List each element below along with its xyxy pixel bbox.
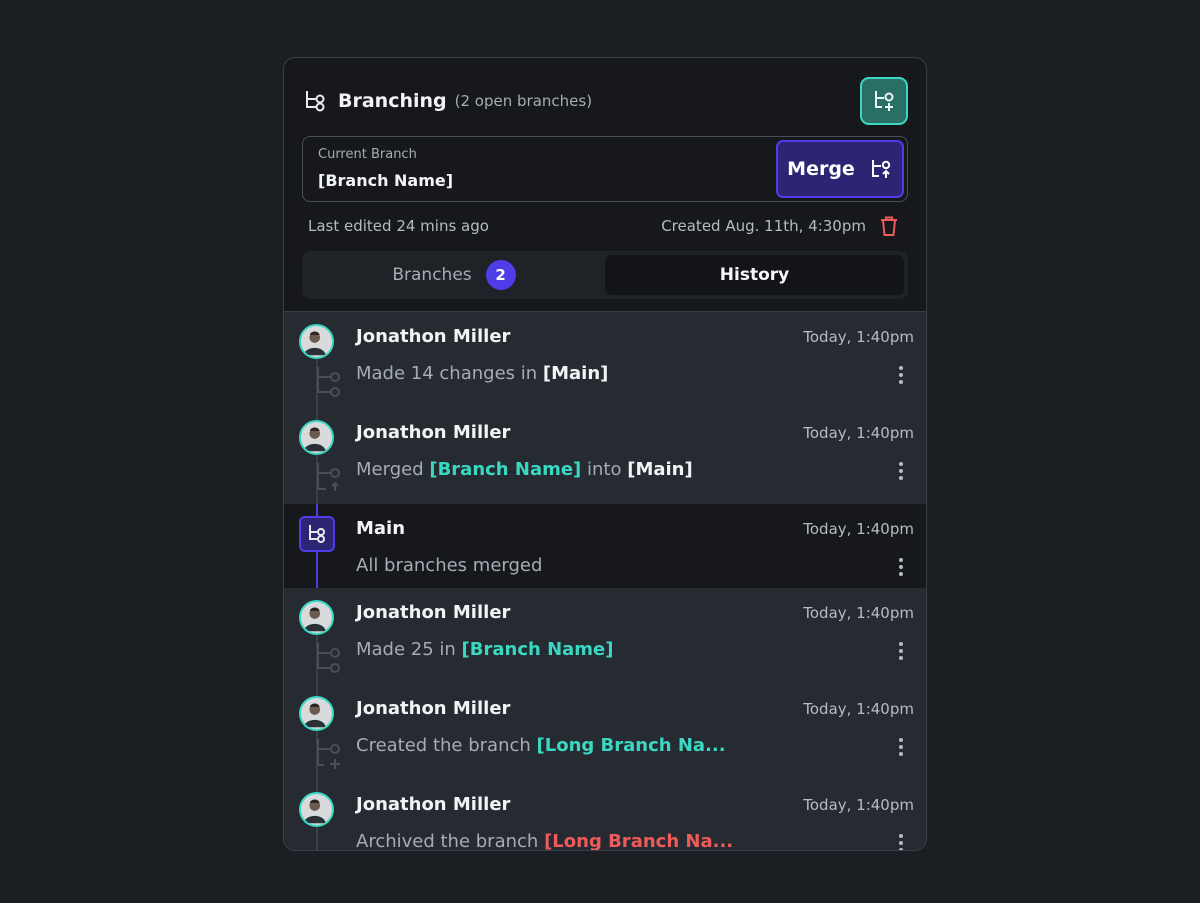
tab-branches[interactable]: Branches 2 [306,255,602,295]
timeline-line [316,552,318,588]
panel-header: Branching (2 open branches) Current Bran… [284,58,926,312]
tab-bar: Branches 2 History [302,251,908,299]
current-branch-box: Current Branch [Branch Name] Merge [302,136,908,202]
branch-ref: [Long Branch Na... [544,831,734,851]
branch-meta: Last edited 24 mins ago Created Aug. 11t… [308,215,900,239]
timestamp: Today, 1:40pm [803,700,914,718]
panel-title: Branching [338,90,447,112]
merge-commit-icon [317,463,340,491]
history-description: Made 25 in [Branch Name] [356,639,613,660]
trash-icon[interactable] [878,215,900,237]
more-vertical-icon[interactable] [896,832,906,850]
branch-ref: [Main] [542,363,609,384]
avatar [299,792,334,827]
branch-icon [306,91,325,112]
open-branches-count: (2 open branches) [454,92,593,110]
main-branch-icon-box [299,516,335,552]
merge-icon [871,160,891,178]
title-row: Branching (2 open branches) [302,86,592,116]
history-list: Jonathon Miller Today, 1:40pm Made 14 ch… [284,312,926,850]
history-description: Made 14 changes in [Main] [356,363,608,384]
history-description: Created the branch [Long Branch Na... [356,735,726,756]
avatar [299,420,334,455]
history-description: Merged [Branch Name] into [Main] [356,459,693,480]
author-name: Jonathon Miller [356,698,511,719]
history-item[interactable]: Jonathon Miller Today, 1:40pm Merged [Br… [284,408,926,504]
timestamp: Today, 1:40pm [803,328,914,346]
tab-branches-label: Branches [392,265,472,285]
tab-history-label: History [719,265,790,285]
branches-count-badge: 2 [485,260,516,290]
more-vertical-icon[interactable] [896,640,906,662]
commit-icon [317,367,340,397]
avatar [299,696,334,731]
author-name: Jonathon Miller [356,326,511,347]
timestamp: Today, 1:40pm [803,796,914,814]
avatar [299,600,334,635]
more-vertical-icon[interactable] [896,364,906,386]
current-branch-name: [Branch Name] [318,171,454,190]
desc-text: Created the branch [356,735,537,756]
desc-text: Made 14 changes in [356,363,543,384]
history-item[interactable]: Jonathon Miller Today, 1:40pm Archived t… [284,780,926,851]
commit-icon [317,643,340,673]
author-name: Jonathon Miller [356,602,511,623]
history-description: All branches merged [356,555,542,576]
timeline-line [316,504,318,516]
more-vertical-icon[interactable] [896,460,906,482]
merge-button[interactable]: Merge [776,140,904,198]
desc-text: Archived the branch [356,831,545,851]
desc-text: All branches merged [356,555,543,576]
branch-ref: [Long Branch Na... [536,735,726,756]
branch-ref: [Main] [627,459,693,480]
avatar [299,324,334,359]
current-branch-label: Current Branch [318,147,417,162]
branch-name: Main [356,518,406,539]
history-item[interactable]: Jonathon Miller Today, 1:40pm Created th… [284,684,926,780]
tab-history[interactable]: History [605,255,904,295]
branch-ref: [Branch Name] [461,639,614,660]
history-item[interactable]: Jonathon Miller Today, 1:40pm Made 25 in… [284,588,926,684]
desc-text: into [581,459,628,480]
new-branch-icon [875,91,894,111]
more-vertical-icon[interactable] [896,556,906,578]
created-date: Created Aug. 11th, 4:30pm [661,217,866,235]
branch-icon [309,525,325,543]
new-branch-button[interactable] [860,77,908,125]
branching-panel: Branching (2 open branches) Current Bran… [283,57,927,851]
timestamp: Today, 1:40pm [803,604,914,622]
created-info: Created Aug. 11th, 4:30pm [661,215,900,237]
author-name: Jonathon Miller [356,794,511,815]
history-description: Archived the branch [Long Branch Na... [356,831,734,851]
author-name: Jonathon Miller [356,422,511,443]
history-item-main[interactable]: Main Today, 1:40pm All branches merged [284,504,926,588]
timestamp: Today, 1:40pm [803,424,914,442]
desc-text: Made 25 in [356,639,462,660]
merge-button-label: Merge [787,158,855,180]
branch-ref: [Branch Name] [429,459,582,480]
more-vertical-icon[interactable] [896,736,906,758]
history-item[interactable]: Jonathon Miller Today, 1:40pm Made 14 ch… [284,312,926,408]
last-edited: Last edited 24 mins ago [308,217,489,235]
desc-text: Merged [356,459,430,480]
create-branch-icon [317,739,340,769]
timestamp: Today, 1:40pm [803,520,914,538]
